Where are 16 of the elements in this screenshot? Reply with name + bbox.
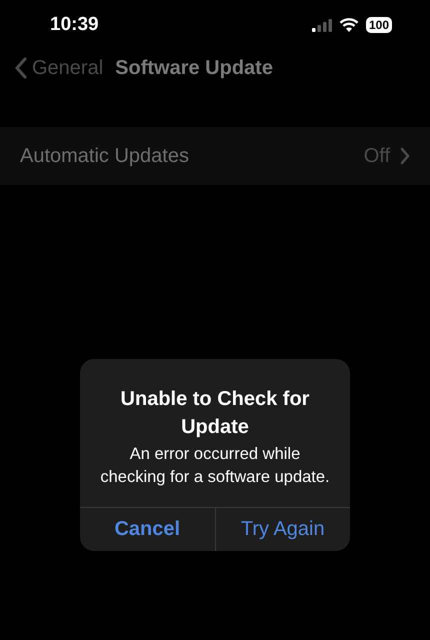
battery-level: 100 [366, 17, 392, 33]
page-title: Software Update [115, 56, 273, 80]
chevron-left-icon [14, 57, 28, 79]
settings-row[interactable]: Automatic Updates Off [0, 127, 430, 185]
signal-icon [312, 18, 332, 32]
back-link[interactable]: General [14, 56, 104, 80]
alert-title: Unable to Check for Update [120, 387, 310, 440]
row-value: Off [364, 144, 390, 168]
row-label: Automatic Updates [20, 144, 189, 168]
alert-message: An error occurred while checking for a software update. [99, 444, 331, 488]
alert-button[interactable]: Cancel [80, 508, 214, 551]
back-label: General [32, 56, 104, 80]
chevron-right-icon [400, 147, 410, 165]
alert-button[interactable]: Try Again [214, 508, 350, 551]
status-time: 10:39 [50, 14, 99, 36]
wifi-icon [338, 18, 359, 32]
